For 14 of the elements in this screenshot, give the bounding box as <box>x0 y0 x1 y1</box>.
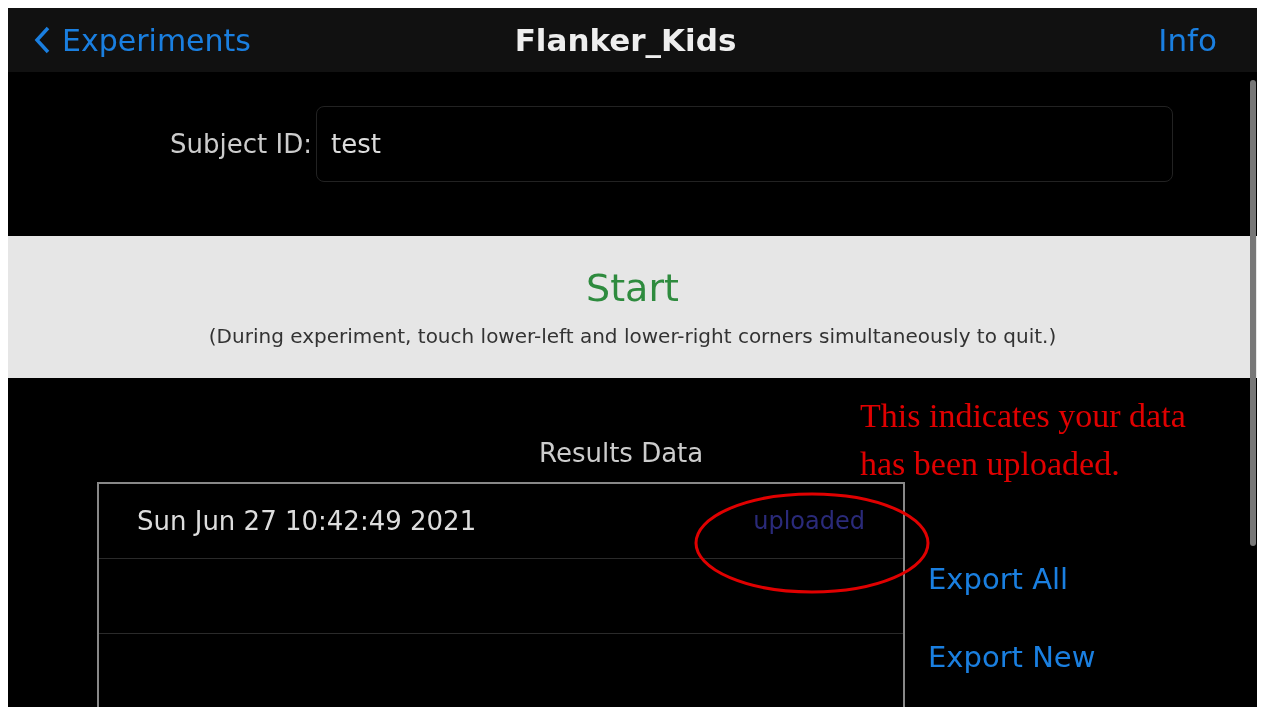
back-link[interactable]: Experiments <box>34 22 251 58</box>
field-label: Subject ID: <box>169 129 313 159</box>
section-title: Results Data <box>539 438 704 468</box>
result-date[interactable]: Sun Jun 27 10:42:49 2021 <box>137 506 477 536</box>
subject-id-field[interactable]: test <box>316 106 1173 182</box>
export-link[interactable]: Export All <box>928 562 1257 596</box>
screen-title: Flanker_Kids <box>514 22 737 58</box>
instruction-text: (During experiment, touch lower-left and lower-right corners simultaneously to quit.) <box>208 324 1057 348</box>
info-link[interactable]: Info <box>1158 22 1217 58</box>
upload-status: uploaded <box>753 507 865 535</box>
annotation-text: This indicates your data has been uploaded. <box>860 396 1187 484</box>
export-link[interactable]: Export New <box>928 640 1257 674</box>
chevron-left-icon <box>34 26 50 54</box>
start-button[interactable]: Start <box>586 266 679 310</box>
